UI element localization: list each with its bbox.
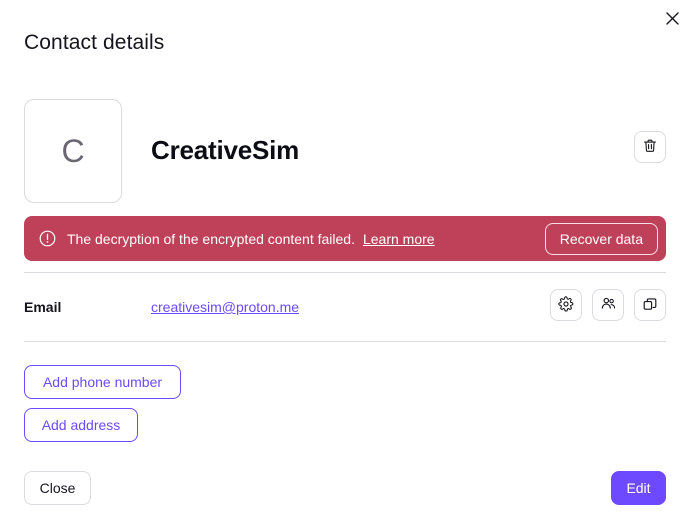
field-row-email: Email creativesim@proton.me <box>24 289 666 323</box>
users-icon <box>600 295 617 315</box>
trash-icon <box>642 138 658 157</box>
copy-icon-button[interactable] <box>634 289 666 321</box>
delete-contact-button[interactable] <box>634 131 666 163</box>
recover-data-button[interactable]: Recover data <box>544 222 658 255</box>
close-button[interactable]: Close <box>24 471 91 505</box>
contact-name: CreativeSim <box>151 135 300 165</box>
contact-header: C CreativeSim <box>24 99 666 203</box>
edit-button[interactable]: Edit <box>611 471 666 505</box>
divider-bottom <box>24 341 666 342</box>
decryption-error-banner: The decryption of the encrypted content … <box>24 216 666 261</box>
learn-more-link[interactable]: Learn more <box>363 229 435 249</box>
contact-details-modal: Contact details C CreativeSim The decryp… <box>0 0 690 523</box>
avatar-initial: C <box>61 132 85 169</box>
field-label-email: Email <box>24 299 62 315</box>
gear-icon <box>558 295 574 315</box>
add-address-button[interactable]: Add address <box>24 408 138 442</box>
group-icon-button[interactable] <box>592 289 624 321</box>
modal-close-button[interactable] <box>658 4 686 32</box>
settings-icon-button[interactable] <box>550 289 582 321</box>
add-phone-number-button[interactable]: Add phone number <box>24 365 181 399</box>
field-value-email[interactable]: creativesim@proton.me <box>151 297 299 317</box>
page-title: Contact details <box>24 31 165 54</box>
copy-icon <box>642 296 658 315</box>
avatar: C <box>24 99 122 203</box>
divider-top <box>24 272 666 273</box>
exclamation-circle-icon <box>39 230 56 247</box>
error-message: The decryption of the encrypted content … <box>67 230 355 247</box>
field-actions-email <box>550 289 666 321</box>
close-icon <box>665 11 679 25</box>
